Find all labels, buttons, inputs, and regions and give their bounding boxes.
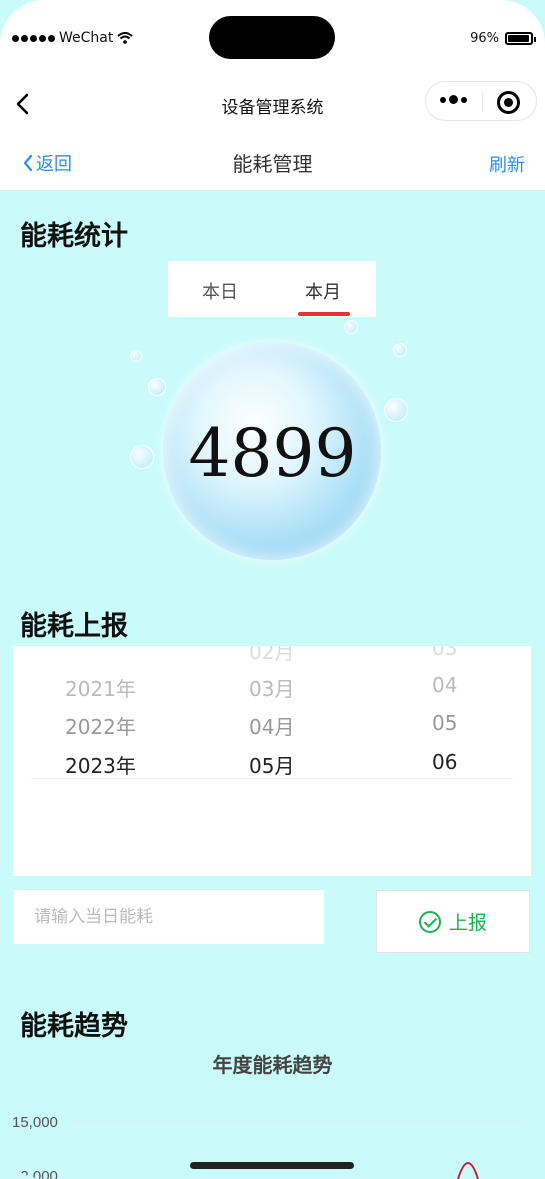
picker-month-selected[interactable]: 05月 — [249, 750, 294, 779]
picker-year-selected[interactable]: 2023年 — [65, 750, 136, 779]
home-indicator — [190, 1162, 354, 1169]
battery-percent: 96% — [470, 31, 499, 46]
tab-month[interactable]: 本月 — [305, 278, 341, 304]
target-circle-icon[interactable] — [497, 91, 520, 114]
picker-day-option[interactable]: 05 — [432, 711, 457, 735]
picker-day-option[interactable]: 04 — [432, 673, 457, 697]
page-title: 能耗管理 — [232, 152, 313, 176]
capsule-menu — [425, 81, 537, 121]
picker-selection-line — [31, 778, 513, 779]
bubble-icon — [393, 343, 407, 357]
dynamic-island — [209, 16, 335, 59]
picker-month-option[interactable]: 03月 — [249, 673, 294, 702]
picker-year-option[interactable]: 2022年 — [65, 711, 136, 740]
picker-day-selected[interactable]: 06 — [432, 750, 457, 774]
date-picker[interactable]: 2021年 2022年 2023年 02月 03月 04月 05月 03 04 … — [13, 646, 531, 876]
bubble-icon — [148, 378, 166, 396]
picker-month-option[interactable]: 02月 — [249, 646, 294, 665]
trend-line-series — [457, 1162, 479, 1179]
picker-month-option[interactable]: 04月 — [249, 711, 294, 740]
battery-status: 96% — [470, 31, 536, 46]
picker-year-option[interactable]: 2021年 — [65, 673, 136, 702]
report-button[interactable]: 上报 — [376, 890, 530, 953]
phone-screen: WeChat 96% 设备管理系统 返回 能耗管理 刷新 能耗统计 本日 本月 … — [0, 0, 545, 1179]
active-tab-indicator — [298, 312, 350, 316]
tab-day[interactable]: 本日 — [202, 278, 238, 304]
capsule-divider — [482, 92, 483, 112]
trend-section-title: 能耗趋势 — [20, 1011, 128, 1042]
chart-title: 年度能耗趋势 — [212, 1053, 333, 1077]
bubble-icon — [344, 320, 358, 334]
y-tick-label: 15,000 — [12, 1114, 58, 1131]
wifi-icon — [117, 32, 134, 44]
report-button-label: 上报 — [448, 912, 487, 934]
period-tabs: 本日 本月 — [168, 261, 376, 317]
carrier-label: WeChat — [59, 30, 114, 46]
battery-icon — [505, 32, 536, 45]
energy-total-value: 4899 — [188, 415, 357, 492]
signal-dots-icon — [12, 34, 55, 42]
report-section-title: 能耗上报 — [20, 611, 128, 642]
more-dots-icon[interactable] — [440, 95, 467, 104]
check-circle-icon — [418, 910, 441, 933]
stats-section-title: 能耗统计 — [20, 221, 128, 252]
mini-program-navbar: 设备管理系统 — [0, 78, 545, 132]
refresh-button[interactable]: 刷新 — [489, 151, 525, 177]
carrier-signal: WeChat — [12, 30, 134, 46]
energy-input[interactable] — [14, 890, 324, 944]
page-header: 返回 能耗管理 刷新 — [0, 132, 545, 190]
bubble-icon — [130, 350, 142, 362]
status-bar: WeChat 96% — [0, 0, 545, 78]
battery-fill — [508, 35, 530, 42]
y-tick-label: 12,000 — [12, 1168, 58, 1179]
picker-day-option[interactable]: 03 — [432, 646, 457, 660]
